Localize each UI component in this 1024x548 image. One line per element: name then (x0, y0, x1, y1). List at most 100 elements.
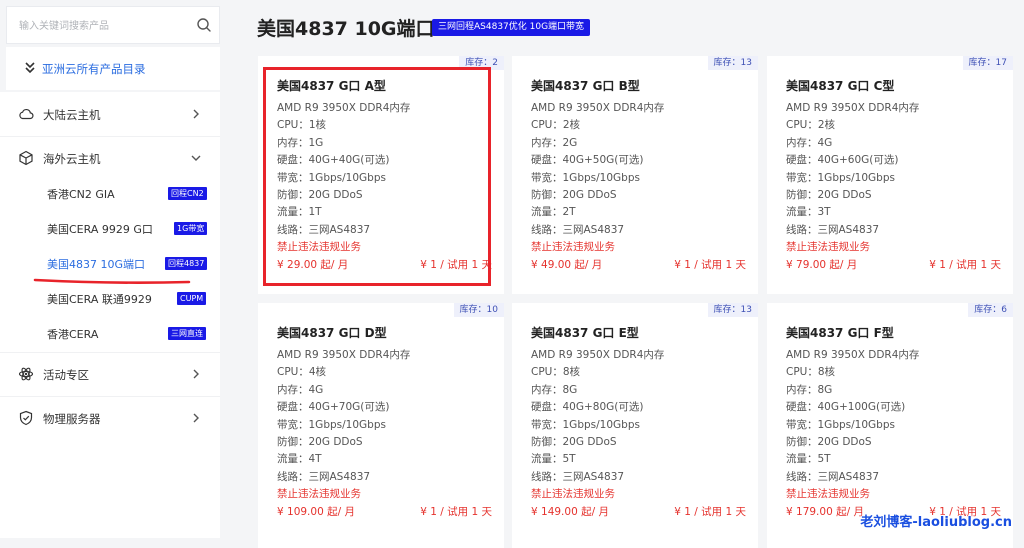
spec-bandwidth: 带宽：1Gbps/10Gbps (786, 171, 895, 184)
spec-line: 线路：三网AS4837 (786, 223, 880, 236)
spec-traffic: 流量：5T (786, 453, 831, 466)
price-text[interactable]: ¥ 49.00 起/ 月 (531, 257, 602, 272)
price-text[interactable]: ¥ 179.00 起/ 月 (786, 504, 864, 519)
spec-line: 线路：三网AS4837 (277, 470, 371, 483)
spec-ram: 内存：4G (277, 383, 324, 396)
double-chevron-down-icon (25, 62, 35, 74)
menu-label-mainland: 大陆云主机 (43, 108, 101, 122)
submenu-item-hk-cera[interactable]: 香港CERA 三网直连 (0, 316, 220, 351)
chevron-right-icon (193, 369, 199, 379)
search-icon[interactable] (196, 17, 212, 33)
search-box (6, 6, 220, 44)
spec-bandwidth: 带宽：1Gbps/10Gbps (531, 171, 640, 184)
price-text[interactable]: ¥ 149.00 起/ 月 (531, 504, 609, 519)
product-card[interactable]: 库存：2 美国4837 G口 A型 AMD R9 3950X DDR4内存 CPU：1… (258, 56, 504, 294)
submenu-badge: 三网直连 (168, 327, 206, 340)
catalog-label: 亚洲云所有产品目录 (42, 62, 146, 76)
price-text[interactable]: ¥ 79.00 起/ 月 (786, 257, 857, 272)
submenu-item-us-4837[interactable]: 美国4837 10G端口 回程4837 (0, 246, 220, 281)
spec-cpu-model: AMD R9 3950X DDR4内存 (277, 349, 411, 361)
warning-text: 禁止违法违规业务 (277, 488, 361, 501)
warning-text: 禁止违法违规业务 (531, 488, 615, 501)
warning-text: 禁止违法违规业务 (277, 241, 361, 254)
card-title: 美国4837 G口 D型 (277, 326, 387, 340)
submenu-badge: 1G带宽 (174, 222, 208, 235)
spec-line: 线路：三网AS4837 (277, 223, 371, 236)
spec-cpu: CPU：2核 (531, 119, 581, 132)
spec-disk: 硬盘：40G+50G(可选) (531, 154, 644, 167)
spec-traffic: 流量：1T (277, 206, 322, 219)
spec-disk: 硬盘：40G+100G(可选) (786, 401, 906, 414)
spec-cpu-model: AMD R9 3950X DDR4内存 (531, 102, 665, 114)
nav-menu: 大陆云主机 海外云主机 香港CN2 GIA 回程CN2 美国CERA 9929 … (0, 92, 220, 538)
spec-disk: 硬盘：40G+70G(可选) (277, 401, 390, 414)
spec-cpu: CPU：8核 (531, 366, 581, 379)
product-catalog-link[interactable]: 亚洲云所有产品目录 (6, 47, 220, 90)
spec-cpu: CPU：4核 (277, 366, 327, 379)
page-title: 美国4837 10G端口 (257, 18, 435, 40)
menu-item-activities[interactable]: 活动专区 (0, 352, 220, 396)
spec-line: 线路：三网AS4837 (531, 223, 625, 236)
spec-cpu-model: AMD R9 3950X DDR4内存 (786, 102, 920, 114)
chevron-right-icon (193, 109, 199, 119)
price-text[interactable]: ¥ 29.00 起/ 月 (277, 257, 348, 272)
spec-ddos: 防御：20G DDoS (531, 189, 617, 201)
submenu-label: 香港CN2 GIA (47, 188, 115, 201)
trial-text[interactable]: ¥ 1 / 试用 1 天 (674, 257, 746, 272)
menu-item-physical-server[interactable]: 物理服务器 (0, 396, 220, 440)
submenu-label: 美国CERA 9929 G口 (47, 223, 153, 236)
cloud-icon (19, 108, 34, 120)
trial-text[interactable]: ¥ 1 / 试用 1 天 (674, 504, 746, 519)
menu-item-mainland[interactable]: 大陆云主机 (0, 92, 220, 136)
spec-disk: 硬盘：40G+40G(可选) (277, 154, 390, 167)
stock-badge: 库存：13 (707, 303, 758, 317)
card-title: 美国4837 G口 E型 (531, 326, 639, 340)
product-card[interactable]: 库存：17 美国4837 G口 C型 AMD R9 3950X DDR4内存 CPU：… (767, 56, 1013, 294)
spec-traffic: 流量：2T (531, 206, 576, 219)
spec-bandwidth: 带宽：1Gbps/10Gbps (531, 418, 640, 431)
card-title: 美国4837 G口 C型 (786, 79, 895, 93)
spec-ram: 内存：8G (531, 383, 578, 396)
spec-line: 线路：三网AS4837 (531, 470, 625, 483)
spec-traffic: 流量：5T (531, 453, 576, 466)
cube-icon (19, 150, 33, 166)
spec-ddos: 防御：20G DDoS (786, 436, 872, 448)
trial-text[interactable]: ¥ 1 / 试用 1 天 (420, 504, 492, 519)
price-text[interactable]: ¥ 109.00 起/ 月 (277, 504, 355, 519)
product-card[interactable]: 库存：13 美国4837 G口 B型 AMD R9 3950X DDR4内存 CPU：… (512, 56, 758, 294)
spec-ddos: 防御：20G DDoS (786, 189, 872, 201)
spec-cpu-model: AMD R9 3950X DDR4内存 (786, 349, 920, 361)
submenu-label-active: 美国4837 10G端口 (47, 258, 146, 271)
stock-badge: 库存：17 (962, 56, 1013, 70)
menu-label-activities: 活动专区 (43, 368, 89, 382)
submenu-item-us-cera-9929[interactable]: 美国CERA 9929 G口 1G带宽 (0, 211, 220, 246)
trial-text[interactable]: ¥ 1 / 试用 1 天 (929, 257, 1001, 272)
chevron-right-icon (193, 413, 199, 423)
spec-ram: 内存：2G (531, 136, 578, 149)
product-card[interactable]: 库存：13 美国4837 G口 E型 AMD R9 3950X DDR4内存 CPU：… (512, 303, 758, 548)
spec-cpu: CPU：1核 (277, 119, 327, 132)
submenu-item-hk-cn2-gia[interactable]: 香港CN2 GIA 回程CN2 (0, 176, 220, 211)
spec-cpu: CPU：8核 (786, 366, 836, 379)
spec-cpu: CPU：2核 (786, 119, 836, 132)
submenu-badge: CUPM (177, 292, 207, 305)
warning-text: 禁止违法违规业务 (786, 488, 870, 501)
spec-ram: 内存：8G (786, 383, 833, 396)
submenu-badge: 回程CN2 (168, 187, 207, 200)
card-title: 美国4837 G口 B型 (531, 79, 640, 93)
submenu-item-us-cera-unicom[interactable]: 美国CERA 联通9929 CUPM (0, 281, 220, 316)
menu-item-overseas[interactable]: 海外云主机 (0, 136, 220, 180)
search-input[interactable] (19, 18, 189, 34)
card-title: 美国4837 G口 F型 (786, 326, 894, 340)
spec-traffic: 流量：3T (786, 206, 831, 219)
warning-text: 禁止违法违规业务 (786, 241, 870, 254)
spec-ram: 内存：1G (277, 136, 324, 149)
trial-text[interactable]: ¥ 1 / 试用 1 天 (420, 257, 492, 272)
spec-traffic: 流量：4T (277, 453, 322, 466)
product-card[interactable]: 库存：10 美国4837 G口 D型 AMD R9 3950X DDR4内存 CPU：… (258, 303, 504, 548)
spec-cpu-model: AMD R9 3950X DDR4内存 (277, 102, 411, 114)
submenu-label: 香港CERA (47, 328, 99, 341)
submenu-badge: 回程4837 (165, 257, 208, 270)
spec-bandwidth: 带宽：1Gbps/10Gbps (277, 418, 386, 431)
chevron-down-icon (191, 155, 201, 161)
